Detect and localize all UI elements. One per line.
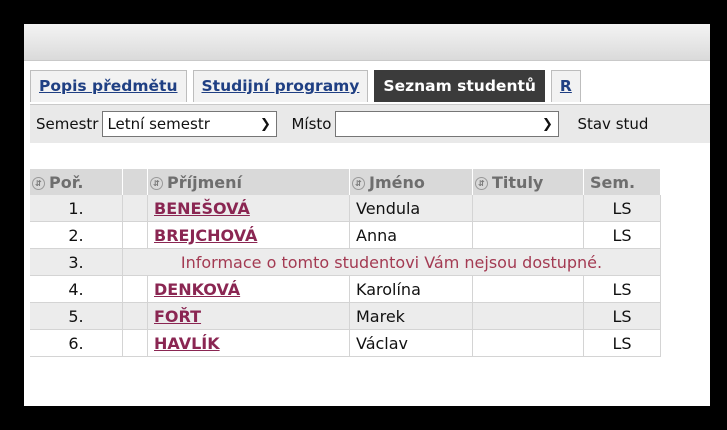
student-surname-link[interactable]: FOŘT [148, 307, 201, 326]
first-name-cell: Václav [349, 329, 473, 357]
tab-popis-predmetu[interactable]: Popis předmětu [30, 70, 187, 102]
row-number: 3. [30, 248, 123, 276]
titles-cell [472, 195, 584, 222]
title-bar [24, 24, 710, 61]
table-row: 1. BENEŠOVÁ Vendula LS [30, 195, 661, 222]
tab-studijni-programy[interactable]: Studijní programy [192, 70, 369, 102]
table-row: 3. Informace o tomto studentovi Vám nejs… [30, 248, 661, 276]
semestr-value: Letní semestr [107, 115, 210, 133]
stav-studia-label: Stav stud [577, 115, 649, 133]
header-por[interactable]: ⇵ Poř. [30, 169, 123, 195]
row-spacer [122, 275, 148, 303]
sort-icon: ⇵ [150, 176, 163, 190]
first-name-cell: Karolína [349, 275, 473, 303]
semester-cell: LS [583, 302, 661, 330]
student-list-window: Popis předmětu Studijní programy Seznam … [24, 24, 710, 406]
sort-icon: ⇵ [475, 176, 488, 190]
row-spacer [122, 302, 148, 330]
sort-icon: ⇵ [32, 176, 45, 190]
row-spacer [122, 329, 148, 357]
first-name-cell: Anna [349, 221, 473, 249]
surname-cell: BREJCHOVÁ [147, 221, 350, 249]
semester-cell: LS [583, 329, 661, 357]
table-header-row: ⇵ Poř. ⇵ Příjmení ⇵ Jméno ⇵ Tituly Sem. [30, 169, 661, 195]
semester-cell: LS [583, 195, 661, 222]
chevron-down-icon: ❯ [260, 116, 271, 132]
chevron-down-icon: ❯ [542, 116, 553, 132]
titles-cell [472, 302, 584, 330]
student-surname-link[interactable]: BENEŠOVÁ [148, 199, 250, 218]
unavailable-message: Informace o tomto studentovi Vám nejsou … [122, 248, 661, 276]
student-surname-link[interactable]: BREJCHOVÁ [148, 226, 257, 245]
tab-next-partial[interactable]: R [550, 70, 581, 102]
surname-cell: DENKOVÁ [147, 275, 350, 303]
header-tituly[interactable]: ⇵ Tituly [472, 169, 584, 195]
row-number: 4. [30, 275, 123, 303]
student-surname-link[interactable]: DENKOVÁ [148, 280, 240, 299]
surname-cell: BENEŠOVÁ [147, 195, 350, 222]
surname-cell: FOŘT [147, 302, 350, 330]
tab-bar: Popis předmětu Studijní programy Seznam … [30, 70, 587, 102]
row-spacer [122, 195, 148, 222]
table-row: 2. BREJCHOVÁ Anna LS [30, 221, 661, 249]
first-name-cell: Marek [349, 302, 473, 330]
tab-seznam-studentu[interactable]: Seznam studentů [374, 70, 545, 102]
row-number: 1. [30, 195, 123, 222]
header-jmeno[interactable]: ⇵ Jméno [349, 169, 473, 195]
misto-label: Místo [291, 115, 332, 133]
students-table: ⇵ Poř. ⇵ Příjmení ⇵ Jméno ⇵ Tituly Sem. 1. B… [30, 169, 661, 357]
misto-select[interactable]: ❯ [335, 111, 560, 137]
titles-cell [472, 221, 584, 249]
first-name-cell: Vendula [349, 195, 473, 222]
table-row: 6. HAVLÍK Václav LS [30, 329, 661, 357]
semester-cell: LS [583, 221, 661, 249]
student-surname-link[interactable]: HAVLÍK [148, 334, 220, 353]
table-row: 5. FOŘT Marek LS [30, 302, 661, 330]
row-spacer [122, 221, 148, 249]
titles-cell [472, 275, 584, 303]
row-number: 6. [30, 329, 123, 357]
header-prijmeni[interactable]: ⇵ Příjmení [147, 169, 350, 195]
titles-cell [472, 329, 584, 357]
row-number: 2. [30, 221, 123, 249]
semestr-select[interactable]: Letní semestr ❯ [102, 111, 278, 137]
row-number: 5. [30, 302, 123, 330]
semester-cell: LS [583, 275, 661, 303]
header-spacer [122, 169, 148, 195]
header-sem: Sem. [583, 169, 661, 195]
semestr-label: Semestr [36, 115, 99, 133]
table-row: 4. DENKOVÁ Karolína LS [30, 275, 661, 303]
filter-bar: Semestr Letní semestr ❯ Místo ❯ Stav stu… [30, 104, 710, 143]
sort-icon: ⇵ [352, 176, 365, 190]
surname-cell: HAVLÍK [147, 329, 350, 357]
